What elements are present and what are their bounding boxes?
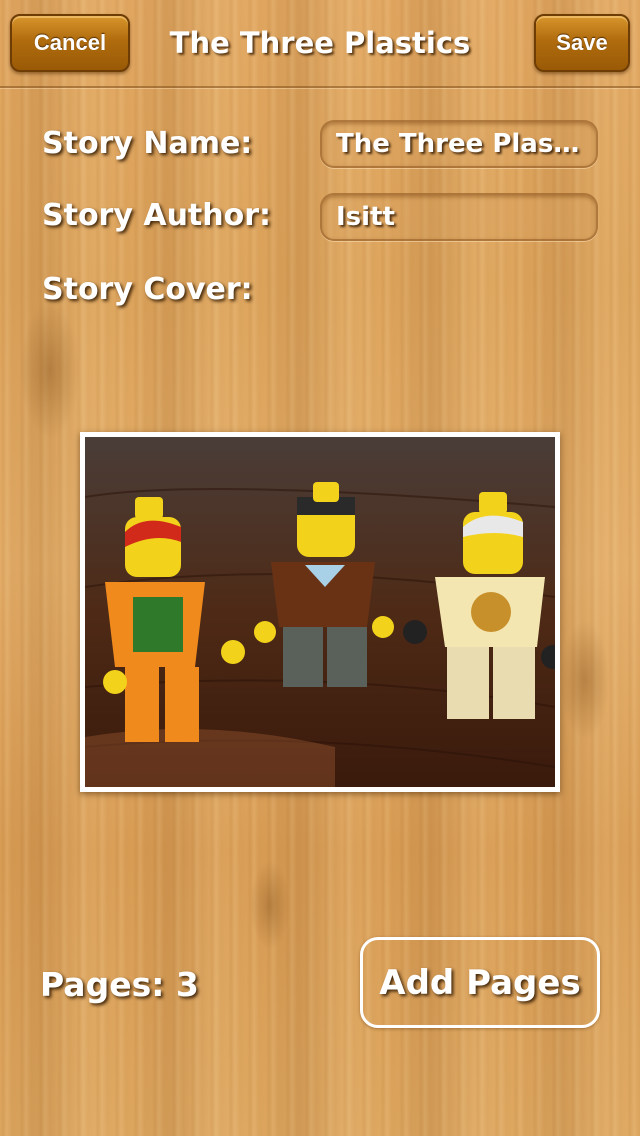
add-pages-button[interactable]: Add Pages — [360, 937, 600, 1028]
story-name-label: Story Name: — [42, 126, 253, 161]
story-name-field[interactable]: The Three Plas... — [320, 120, 598, 168]
pages-count: Pages: 3 — [40, 965, 199, 1004]
story-author-field[interactable]: Isitt — [320, 193, 598, 241]
story-cover-image[interactable] — [80, 432, 560, 792]
story-cover-label: Story Cover: — [42, 272, 253, 307]
cancel-button[interactable]: Cancel — [10, 14, 130, 72]
navigation-bar: Cancel The Three Plastics Save — [0, 0, 640, 88]
wood-grain — [560, 620, 610, 740]
cover-photo — [85, 437, 555, 787]
wood-grain — [20, 300, 80, 440]
wood-grain — [250, 860, 290, 950]
save-button[interactable]: Save — [534, 14, 630, 72]
story-author-label: Story Author: — [42, 198, 272, 233]
page-title: The Three Plastics — [169, 26, 471, 60]
